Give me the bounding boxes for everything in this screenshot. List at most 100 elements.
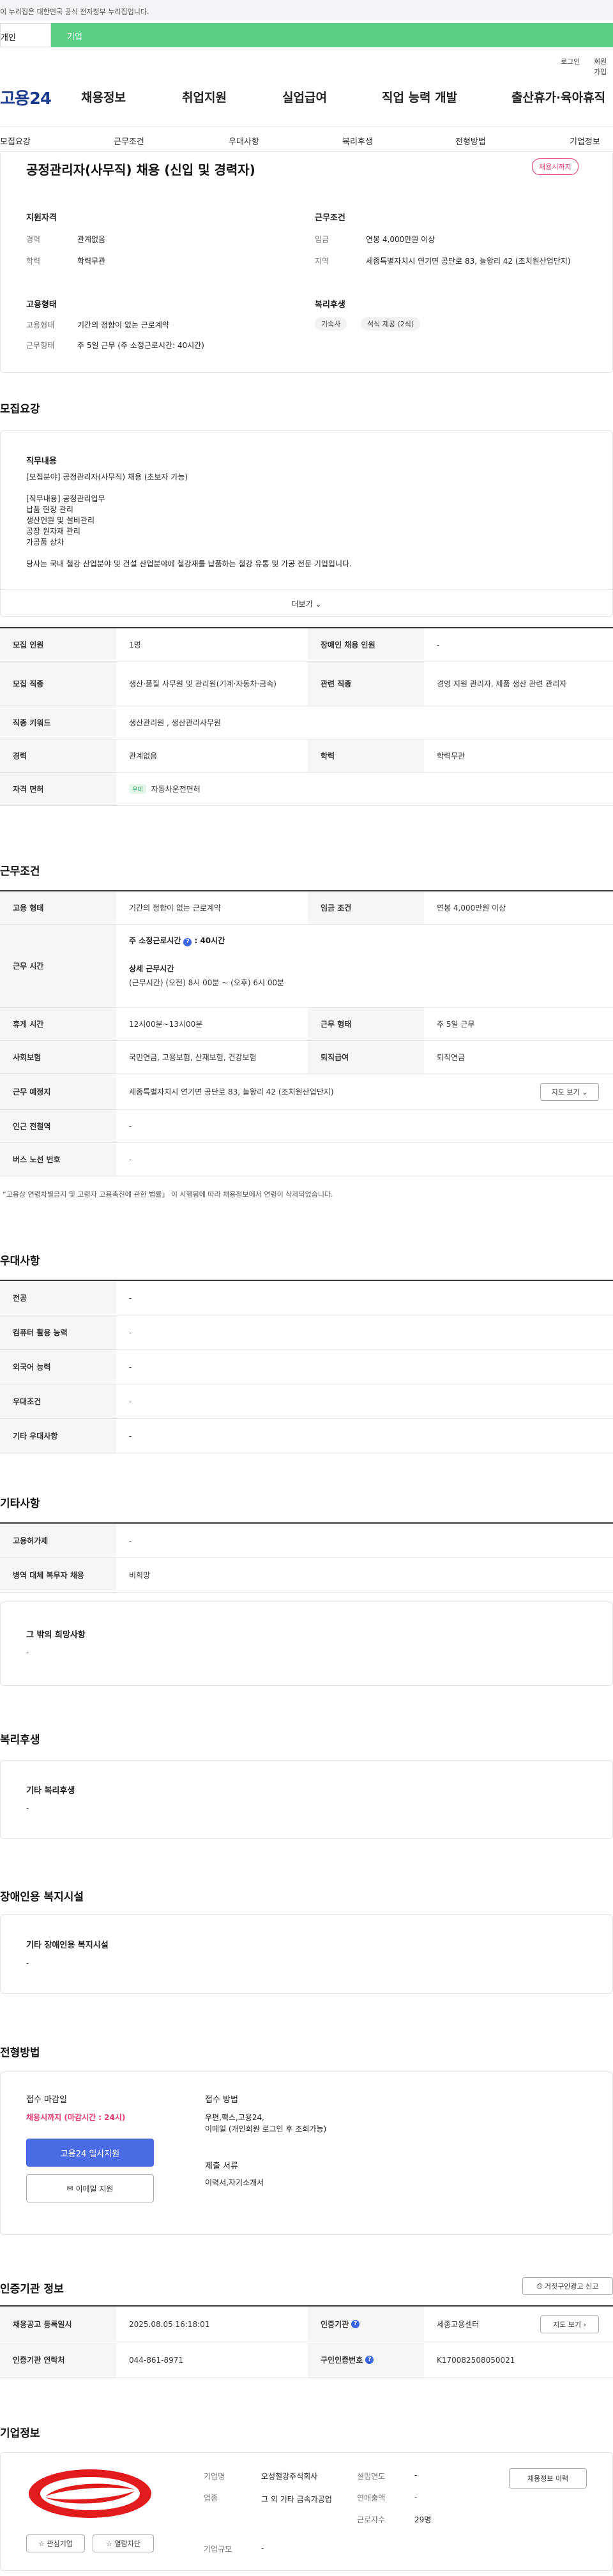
cond-heading: 근무조건 bbox=[315, 213, 345, 223]
staff-label: 근로자수 bbox=[357, 2515, 386, 2524]
row-value: 044-861-8971 bbox=[129, 2355, 184, 2365]
company-size-label: 기업규모 bbox=[204, 2545, 232, 2554]
interest-company-button[interactable]: ☆ 관심기업 bbox=[26, 2534, 85, 2552]
pref-table: 전공 - 컴퓨터 활용 능력 - 외국어 능력 - 우대조건 - 기타 우대사항… bbox=[0, 1280, 613, 1453]
row-value: - bbox=[129, 1121, 132, 1131]
row-value: 우대 자동차운전면허 bbox=[116, 773, 613, 805]
area-label: 지역 bbox=[315, 257, 329, 266]
block-icon: ☆ bbox=[106, 2539, 112, 2548]
row-label: 모집 직종 bbox=[0, 662, 116, 706]
anchor-recruit[interactable]: 모집요강 bbox=[0, 135, 31, 147]
sales-label: 연매출액 bbox=[357, 2494, 386, 2503]
disab-heading: 기타 장애인용 복지시설 bbox=[26, 1941, 109, 1950]
workcond-table: 고용 형태 기간의 정함이 없는 근로계약 임금 조건 연봉 4,000만원 이… bbox=[0, 890, 613, 1176]
license-value: 자동차운전면허 bbox=[151, 785, 201, 794]
table-row: 컴퓨터 활용 능력 - bbox=[0, 1315, 613, 1350]
company-size-value: - bbox=[261, 2543, 264, 2552]
gnb-item-training[interactable]: 직업 능력 개발 bbox=[382, 88, 457, 105]
cert-map-button[interactable]: 지도 보기 › bbox=[540, 2315, 599, 2333]
table-row: 사회보험 국민연금, 고용보험, 산재보험, 건강보험 퇴직급여 퇴직연금 bbox=[0, 1041, 613, 1074]
disab-section-title: 장애인용 복지시설 bbox=[0, 1891, 84, 1904]
screening-card: 접수 마감일 채용시까지 (마감시간 : 24시) 고용24 입사지원 ✉ 이메… bbox=[0, 2072, 613, 2235]
user-type-tabs: 개인 기업 bbox=[0, 23, 613, 47]
map-button[interactable]: 지도 보기 ⌄ bbox=[540, 1083, 599, 1101]
anchor-screening[interactable]: 전형방법 bbox=[455, 135, 486, 147]
row-value: 세종특별자치시 연기면 공단로 83, 늘왕리 42 (조치원산업단지) bbox=[129, 1087, 334, 1096]
company-section-title: 기업정보 bbox=[0, 2427, 40, 2440]
welfare-card: 기타 복리후생 - bbox=[0, 1760, 613, 1839]
emp-type-label: 고용형태 bbox=[26, 321, 55, 330]
email-apply-button[interactable]: ✉ 이메일 지원 bbox=[26, 2174, 154, 2202]
wish-heading: 그 밖의 희망사항 bbox=[26, 1630, 86, 1640]
company-name-label: 기업명 bbox=[204, 2472, 225, 2481]
row-label: 퇴직급여 bbox=[308, 1041, 424, 1073]
career-label: 경력 bbox=[26, 235, 41, 244]
table-row: 경력 관계없음 학력 학력무관 bbox=[0, 739, 613, 773]
welfare-section-title: 복리후생 bbox=[0, 1734, 40, 1746]
row-value: - bbox=[129, 1362, 132, 1372]
welfare-chip: 기숙사 bbox=[315, 317, 347, 331]
edu-value: 학력무관 bbox=[77, 257, 106, 266]
cert-section-title: 인증기관 정보 bbox=[0, 2283, 64, 2296]
row-value: - bbox=[129, 1293, 132, 1303]
row-label: 관련 직종 bbox=[308, 662, 424, 706]
row-label: 우대조건 bbox=[0, 1384, 116, 1418]
row-label: 버스 노선 번호 bbox=[0, 1143, 116, 1176]
company-logo bbox=[26, 2468, 154, 2519]
row-label: 장애인 채용 인원 bbox=[308, 628, 424, 661]
est-year-label: 설립연도 bbox=[357, 2472, 386, 2481]
table-row: 휴게 시간 12시00분~13시00분 근무 형태 주 5일 근무 bbox=[0, 1008, 613, 1041]
row-label: 근무 예정지 bbox=[0, 1074, 116, 1109]
hours-main-prefix: 주 소정근로시간 bbox=[129, 936, 181, 945]
welfare-other-heading: 기타 복리후생 bbox=[26, 1786, 75, 1796]
row-value: 2025.08.05 16:18:01 bbox=[129, 2319, 210, 2329]
docs-heading: 제출 서류 bbox=[205, 2162, 238, 2171]
apply-button[interactable]: 고용24 입사지원 bbox=[26, 2139, 154, 2167]
info-icon[interactable]: ? bbox=[351, 2320, 360, 2328]
email-apply-label: 이메일 지원 bbox=[75, 2184, 114, 2193]
gnb-item-benefit[interactable]: 실업급여 bbox=[282, 88, 327, 105]
cert-no-label: 구인인증번호 bbox=[321, 2356, 363, 2365]
staff-value: 29명 bbox=[414, 2515, 432, 2524]
login-link[interactable]: 로그인 bbox=[561, 56, 580, 66]
deadline-heading: 접수 마감일 bbox=[26, 2095, 67, 2105]
anchor-pref[interactable]: 우대사항 bbox=[229, 135, 259, 147]
anchor-welfare[interactable]: 복리후생 bbox=[342, 135, 373, 147]
mail-icon: ✉ bbox=[66, 2184, 73, 2193]
block-view-button[interactable]: ☆ 열람차단 bbox=[93, 2534, 154, 2552]
screen-section-title: 전형방법 bbox=[0, 2047, 40, 2059]
anchor-workcond[interactable]: 근무조건 bbox=[114, 135, 144, 147]
report-ad-button[interactable]: ⎙ 거짓구인광고 신고 bbox=[522, 2277, 613, 2295]
tab-personal-label: 개인 bbox=[1, 33, 16, 43]
table-row: 고용허가제 - bbox=[0, 1524, 613, 1558]
gnb-item-jobs[interactable]: 채용정보 bbox=[81, 88, 126, 105]
join-link[interactable]: 회원가입 bbox=[594, 56, 613, 77]
info-icon[interactable]: ? bbox=[365, 2356, 374, 2364]
report-icon: ⎙ bbox=[536, 2282, 543, 2290]
row-label: 병역 대체 복무자 채용 bbox=[0, 1558, 116, 1592]
industry-value: 그 외 기타 금속가공업 bbox=[261, 2495, 332, 2504]
gnb-item-support[interactable]: 취업지원 bbox=[182, 88, 227, 105]
gnb-item-leave[interactable]: 출산휴가·육아휴직 bbox=[511, 88, 605, 105]
row-label: 직종 키워드 bbox=[0, 706, 116, 739]
report-ad-label: 거짓구인광고 신고 bbox=[544, 2282, 599, 2291]
disab-card: 기타 장애인용 복지시설 - bbox=[0, 1914, 613, 1994]
job-summary-card: 공정관리자(사무직) 채용 (신입 및 경력자) 채용시까지 지원자격 경력 관… bbox=[0, 153, 613, 373]
chevron-down-icon: ⌄ bbox=[582, 1087, 588, 1096]
hiring-history-label: 채용정보 이력 bbox=[527, 2474, 569, 2483]
row-value: - bbox=[437, 640, 440, 649]
wish-card: 그 밖의 희망사항 - bbox=[0, 1602, 613, 1686]
site-logo[interactable]: 고용24 bbox=[0, 86, 52, 109]
wage-value: 연봉 4,000만원 이상 bbox=[366, 235, 435, 244]
wage-label: 임금 bbox=[315, 235, 329, 244]
info-icon[interactable]: ? bbox=[183, 938, 192, 946]
row-label: 사회보험 bbox=[0, 1041, 116, 1073]
tab-personal[interactable]: 개인 bbox=[0, 23, 51, 47]
anchor-company[interactable]: 기업정보 bbox=[570, 135, 600, 147]
hiring-history-button[interactable]: 채용정보 이력 bbox=[509, 2468, 587, 2489]
table-row: 버스 노선 번호 - bbox=[0, 1143, 613, 1176]
more-button[interactable]: 더보기 ⌄ bbox=[1, 589, 612, 616]
emp-heading: 고용형태 bbox=[26, 300, 57, 310]
table-row: 병역 대체 복무자 채용 비희망 bbox=[0, 1558, 613, 1593]
tab-company[interactable]: 기업 bbox=[67, 30, 82, 42]
